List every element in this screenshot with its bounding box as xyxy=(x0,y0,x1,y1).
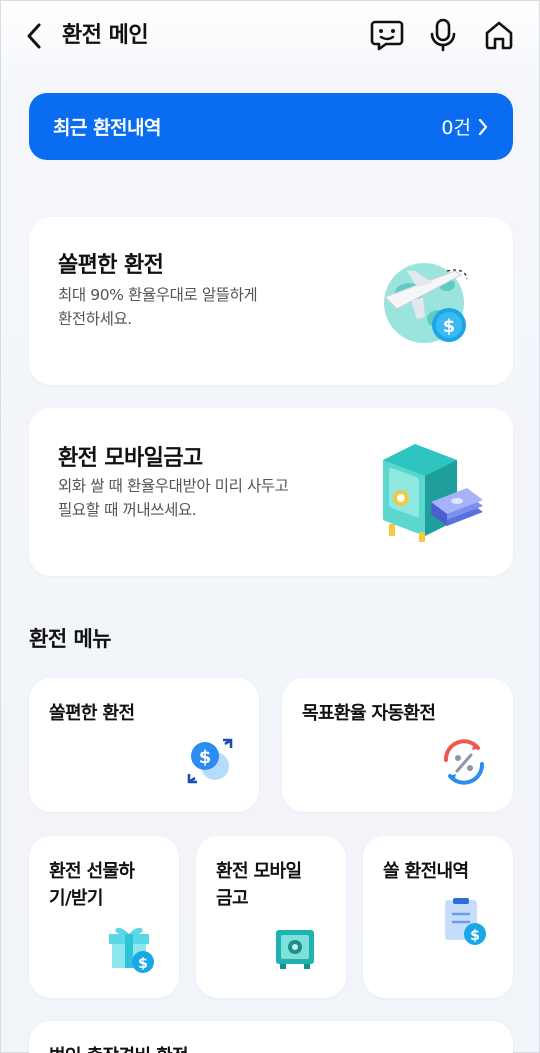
feature-card-desc-line2: 필요할 때 꺼내쓰세요. xyxy=(58,501,197,519)
svg-text:$: $ xyxy=(138,956,148,972)
svg-text:$: $ xyxy=(470,928,480,944)
menu-item-label: 쏠편한 환전 xyxy=(49,703,135,724)
microphone-icon[interactable] xyxy=(425,17,461,53)
menu-item-target-rate-exchange[interactable]: 목표환율 자동환전 xyxy=(282,678,513,812)
menu-item-label: 환전 모바일 금고 xyxy=(216,858,302,912)
feature-card-title: 쏠편한 환전 xyxy=(58,253,164,278)
back-arrow-icon[interactable] xyxy=(25,21,51,51)
app-header: 환전 메인 xyxy=(1,1,540,71)
currency-exchange-icon: $ xyxy=(185,736,235,790)
chatbot-icon[interactable] xyxy=(369,17,405,53)
menu-item-label: 환전 선물하 기/받기 xyxy=(49,858,135,912)
home-icon[interactable] xyxy=(481,17,517,53)
svg-text:$: $ xyxy=(199,747,212,768)
feature-card-sol-exchange[interactable]: 쏠편한 환전 최대 90% 환율우대로 알뜰하게 환전하세요. $ xyxy=(29,217,513,385)
feature-card-desc-line1: 외화 쌀 때 환율우대받아 미리 사두고 xyxy=(58,477,289,495)
feature-card-title: 환전 모바일금고 xyxy=(58,446,203,471)
menu-item-mobile-vault[interactable]: 환전 모바일 금고 xyxy=(196,836,346,998)
safe-money-icon xyxy=(375,440,485,548)
recent-history-count-text: 0건 xyxy=(441,117,471,139)
chevron-right-icon xyxy=(478,118,488,135)
feature-card-desc: 외화 쌀 때 환율우대받아 미리 사두고 필요할 때 꺼내쓰세요. xyxy=(58,474,289,522)
menu-item-label-line2: 금고 xyxy=(216,888,249,909)
recent-history-button[interactable]: 최근 환전내역 0건 xyxy=(29,93,513,160)
menu-item-label-line1: 환전 모바일 xyxy=(216,861,302,882)
menu-item-sol-exchange[interactable]: 쏠편한 환전 $ xyxy=(29,678,259,812)
recent-history-count: 0건 xyxy=(441,113,489,140)
feature-card-desc: 최대 90% 환율우대로 알뜰하게 환전하세요. xyxy=(58,283,258,331)
gift-dollar-icon: $ xyxy=(105,924,157,978)
percent-cycle-icon xyxy=(438,736,490,792)
menu-section-title: 환전 메뉴 xyxy=(29,627,112,651)
safe-icon xyxy=(274,928,316,974)
airplane-globe-icon: $ xyxy=(377,253,477,353)
menu-item-sol-exchange-history[interactable]: 쏠 환전내역 $ xyxy=(363,836,513,998)
menu-item-corporate-travel-exchange[interactable]: 법인 출장경비 환전 xyxy=(29,1021,513,1053)
feature-card-desc-line2: 환전하세요. xyxy=(58,310,132,328)
feature-card-desc-line1: 최대 90% 환율우대로 알뜰하게 xyxy=(58,286,258,304)
svg-text:$: $ xyxy=(443,316,456,337)
page-title: 환전 메인 xyxy=(62,23,149,48)
menu-item-label-line2: 기/받기 xyxy=(49,888,103,909)
menu-item-gift-exchange[interactable]: 환전 선물하 기/받기 $ xyxy=(29,836,179,998)
menu-item-label: 쏠 환전내역 xyxy=(383,861,469,882)
menu-item-label: 법인 출장경비 환전 xyxy=(49,1043,189,1053)
menu-item-label: 목표환율 자동환전 xyxy=(302,703,436,724)
feature-card-mobile-vault[interactable]: 환전 모바일금고 외화 쌀 때 환율우대받아 미리 사두고 필요할 때 꺼내쓰세… xyxy=(29,408,513,576)
recent-history-label: 최근 환전내역 xyxy=(53,117,162,139)
menu-item-label-line1: 환전 선물하 xyxy=(49,861,135,882)
document-dollar-icon: $ xyxy=(443,898,489,952)
